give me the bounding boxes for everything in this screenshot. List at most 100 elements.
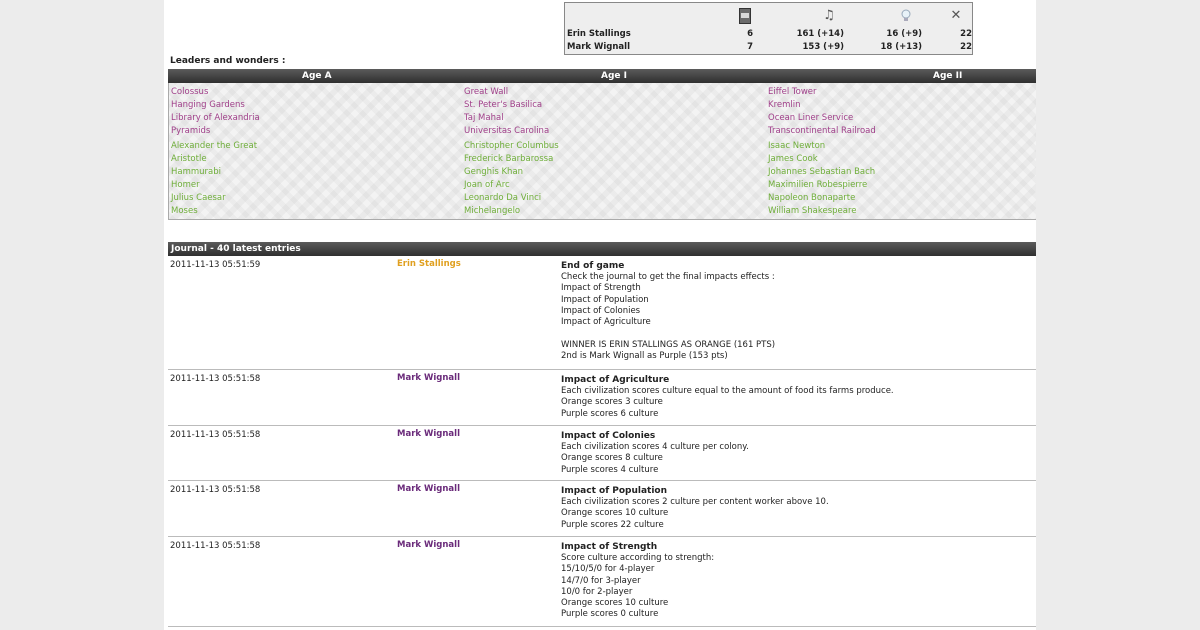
leader-link[interactable]: Julius Caesar — [171, 192, 260, 205]
age-header-row: Age A Age I Age II — [168, 69, 1036, 83]
entry-player: Mark Wignall — [397, 373, 460, 383]
age-ii-column: Eiffel Tower Kremlin Ocean Liner Service… — [768, 86, 876, 218]
strength-value: 22 — [960, 29, 972, 39]
entry-line: Orange scores 8 culture — [561, 453, 663, 464]
score-icon-row: ♫ ✕ — [565, 3, 972, 29]
entry-line: Orange scores 10 culture — [561, 508, 669, 519]
age-header: Age II — [933, 71, 963, 81]
science-value: 16 (+9) — [886, 29, 922, 39]
age-a-column: Colossus Hanging Gardens Library of Alex… — [171, 86, 260, 218]
entry-line: Purple scores 4 culture — [561, 464, 659, 475]
leader-link[interactable]: Leonardo Da Vinci — [464, 192, 559, 205]
wonder-link[interactable]: Colossus — [171, 86, 260, 99]
leader-link[interactable]: Homer — [171, 179, 260, 192]
game-summary-page: ♫ ✕ Erin Stallings 6 161 (+14) 16 (+9) 2… — [164, 0, 1036, 630]
entry-line: Orange scores 3 culture — [561, 397, 663, 408]
leaders-wonders-grid: Colossus Hanging Gardens Library of Alex… — [168, 83, 1036, 220]
age-header: Age I — [601, 71, 627, 81]
score-row: Mark Wignall 7 153 (+9) 18 (+13) 22 — [565, 42, 972, 54]
strength-value: 22 — [960, 42, 972, 52]
score-value: 6 — [747, 29, 753, 39]
wonder-link[interactable]: Ocean Liner Service — [768, 112, 876, 125]
entry-title: Impact of Agriculture — [561, 375, 670, 385]
entry-player: Erin Stallings — [397, 259, 461, 269]
entry-title: End of game — [561, 261, 625, 271]
journal-entry: 2011-11-13 05:51:58 Mark Wignall Impact … — [168, 481, 1036, 537]
entry-body: Impact of Agriculture Each civilization … — [561, 374, 894, 420]
entry-line: Impact of Strength — [561, 283, 641, 294]
wonder-link[interactable]: Taj Mahal — [464, 112, 559, 125]
leader-link[interactable]: Maximilien Robespierre — [768, 179, 876, 192]
entry-line: Impact of Agriculture — [561, 317, 651, 328]
wonder-link[interactable]: Eiffel Tower — [768, 86, 876, 99]
science-value: 18 (+13) — [880, 42, 922, 52]
entry-line: Each civilization scores 2 culture per c… — [561, 497, 829, 507]
entry-date: 2011-11-13 05:51:58 — [170, 541, 261, 551]
leader-link[interactable]: Isaac Newton — [768, 140, 876, 153]
leader-link[interactable]: Alexander the Great — [171, 140, 260, 153]
entry-line: 2nd is Mark Wignall as Purple (153 pts) — [561, 351, 728, 362]
lightbulb-icon — [899, 7, 913, 24]
entry-line: 15/10/5/0 for 4-player — [561, 564, 655, 575]
entry-body: Impact of Strength Score culture accordi… — [561, 541, 714, 621]
entry-line: Each civilization scores culture equal t… — [561, 386, 894, 396]
player-name: Erin Stallings — [567, 29, 631, 39]
entry-title: Impact of Population — [561, 486, 668, 496]
entry-date: 2011-11-13 05:51:58 — [170, 485, 261, 495]
entry-date: 2011-11-13 05:51:58 — [170, 374, 261, 384]
player-name: Mark Wignall — [567, 42, 630, 52]
wonder-link[interactable]: Universitas Carolina — [464, 125, 559, 138]
wonder-link[interactable]: Pyramids — [171, 125, 260, 138]
journal-entry: 2011-11-13 05:51:58 Mark Wignall Impact … — [168, 370, 1036, 426]
leader-link[interactable]: Genghis Khan — [464, 166, 559, 179]
wonder-link[interactable]: St. Peter's Basilica — [464, 99, 559, 112]
wonder-link[interactable]: Hanging Gardens — [171, 99, 260, 112]
age-i-column: Great Wall St. Peter's Basilica Taj Maha… — [464, 86, 559, 218]
score-table: ♫ ✕ Erin Stallings 6 161 (+14) 16 (+9) 2… — [564, 2, 973, 55]
wonder-link[interactable]: Kremlin — [768, 99, 876, 112]
entry-line: Orange scores 10 culture — [561, 598, 669, 609]
journal-entry: 2011-11-13 05:51:58 Mark Wignall Impact … — [168, 537, 1036, 627]
journal-header: Journal - 40 latest entries — [168, 242, 1036, 256]
leader-link[interactable]: Aristotle — [171, 153, 260, 166]
entry-line: Purple scores 6 culture — [561, 408, 659, 419]
entry-line: Purple scores 0 culture — [561, 609, 659, 620]
journal-entry: 2011-11-13 05:51:59 Erin Stallings End o… — [168, 256, 1036, 370]
entry-line: Each civilization scores 4 culture per c… — [561, 442, 749, 452]
entry-player: Mark Wignall — [397, 484, 460, 494]
card-icon — [738, 7, 752, 24]
entry-line: Impact of Colonies — [561, 305, 641, 316]
crossed-swords-icon: ✕ — [950, 8, 962, 23]
entry-line — [561, 328, 775, 339]
wonder-link[interactable]: Library of Alexandria — [171, 112, 260, 125]
entry-line: WINNER IS ERIN STALLINGS AS ORANGE (161 … — [561, 339, 776, 350]
leader-link[interactable]: Michelangelo — [464, 205, 559, 218]
entry-line: 14/7/0 for 3-player — [561, 575, 641, 586]
entry-body: End of game Check the journal to get the… — [561, 260, 775, 362]
leader-link[interactable]: Johannes Sebastian Bach — [768, 166, 876, 179]
wonder-link[interactable]: Transcontinental Railroad — [768, 125, 876, 138]
culture-value: 161 (+14) — [796, 29, 844, 39]
leader-link[interactable]: Hammurabi — [171, 166, 260, 179]
leader-link[interactable]: Frederick Barbarossa — [464, 153, 559, 166]
age-header: Age A — [302, 71, 332, 81]
leaders-wonders-title: Leaders and wonders : — [170, 56, 286, 66]
journal-title: Journal - 40 latest entries — [171, 244, 301, 254]
entry-title: Impact of Strength — [561, 542, 658, 552]
leader-link[interactable]: James Cook — [768, 153, 876, 166]
leader-link[interactable]: Joan of Arc — [464, 179, 559, 192]
leader-link[interactable]: Christopher Columbus — [464, 140, 559, 153]
entry-line: 10/0 for 2-player — [561, 586, 633, 597]
leader-link[interactable]: Moses — [171, 205, 260, 218]
entry-line: Check the journal to get the final impac… — [561, 272, 775, 282]
entry-title: Impact of Colonies — [561, 431, 656, 441]
score-value: 7 — [747, 42, 753, 52]
score-row: Erin Stallings 6 161 (+14) 16 (+9) 22 — [565, 29, 972, 41]
journal-entry: 2011-11-13 05:51:58 Mark Wignall Impact … — [168, 426, 1036, 481]
wonder-link[interactable]: Great Wall — [464, 86, 559, 99]
entry-body: Impact of Colonies Each civilization sco… — [561, 430, 749, 476]
leader-link[interactable]: William Shakespeare — [768, 205, 876, 218]
entry-player: Mark Wignall — [397, 429, 460, 439]
music-note-icon: ♫ — [823, 8, 835, 23]
leader-link[interactable]: Napoleon Bonaparte — [768, 192, 876, 205]
